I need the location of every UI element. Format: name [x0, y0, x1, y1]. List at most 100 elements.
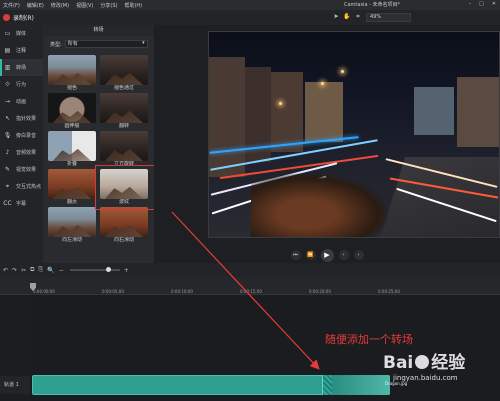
prev-frame-icon[interactable]: ‹	[338, 250, 349, 260]
watermark-brand-right: 经验	[431, 353, 466, 373]
sidebar-item-mic[interactable]: 🎙 旁白录音	[0, 127, 43, 144]
annotation-text: 随便添加一个转场	[325, 333, 413, 346]
visual-effect-icon: ✎	[4, 166, 11, 173]
record-toolbar: 录制(R) ➤ ✋ ⌗ 49%	[0, 10, 500, 25]
timeline-toolbar: ↶ ↷ ✂ ⧉ ⎘ 🔍 − +	[0, 263, 500, 277]
media-icon: ▭	[4, 30, 11, 37]
watermark-brand: Bai 经验	[383, 348, 465, 373]
filter-value: 所有	[67, 41, 78, 47]
transition-preview-image	[100, 131, 148, 161]
undo-icon[interactable]: ↶	[3, 267, 8, 274]
crop-icon[interactable]: ⌗	[354, 12, 362, 21]
behavior-icon: ⟐	[5, 81, 10, 88]
street-light	[341, 70, 344, 73]
filter-dropdown[interactable]: 所有	[64, 40, 148, 48]
sidebar-item-label: 转场	[16, 65, 27, 71]
transition-label: 翻转	[118, 123, 129, 129]
maximize-icon[interactable]: □	[479, 1, 484, 7]
paste-icon[interactable]: ⎘	[38, 266, 43, 274]
sidebar-item-label: 交互式热点	[16, 184, 42, 190]
transition-clip[interactable]	[322, 375, 332, 395]
playback-controls: ⏮ ⏪ ▶ ‹ ›	[154, 245, 500, 265]
sidebar-item-label: 字幕	[16, 201, 27, 207]
sidebar-item-cc[interactable]: CC 字幕	[0, 195, 43, 212]
hand-icon[interactable]: ✋	[343, 12, 351, 21]
record-label: 录制(R)	[13, 15, 34, 22]
sidebar-item-annotation[interactable]: ▤ 注释	[0, 42, 43, 59]
redo-icon[interactable]: ↷	[12, 267, 17, 274]
sidebar-item-hotspot[interactable]: ⌖ 交互式热点	[0, 178, 43, 195]
transition-preview-image	[48, 131, 96, 161]
close-icon[interactable]: ✕	[492, 1, 496, 7]
clip-thumbnail	[332, 375, 390, 395]
audio-effect-icon: ♪	[5, 149, 10, 156]
ruler-tick-label: 0:00:25;00	[378, 289, 400, 294]
flower-bed	[251, 172, 391, 237]
panel-title: 转场	[43, 25, 154, 36]
transition-thumb[interactable]: 翻页	[48, 169, 96, 206]
next-frame-icon[interactable]: ›	[353, 250, 364, 260]
transition-thumb[interactable]: 立方旋转	[100, 131, 148, 168]
copy-icon[interactable]: ⧉	[30, 266, 34, 274]
transition-preview-image	[48, 169, 96, 199]
slider-knob[interactable]	[105, 267, 111, 272]
transition-thumb[interactable]: 褪色	[48, 55, 96, 92]
transition-preview-image	[48, 207, 96, 237]
window-controls: – □ ✕	[469, 1, 496, 7]
watermark-brand-left: Bai	[383, 353, 414, 373]
sidebar-item-visual-effect[interactable]: ✎ 视觉效果	[0, 161, 43, 178]
skip-back-icon[interactable]: ⏮	[290, 250, 301, 260]
transition-label: 褪色通过	[113, 85, 134, 91]
zoom-value: 49%	[370, 14, 382, 20]
annotation-icon: ▤	[4, 47, 11, 54]
canvas-tools: ➤ ✋ ⌗	[332, 12, 362, 21]
sidebar-item-cursor-effect[interactable]: ↖ 指针效果	[0, 110, 43, 127]
menu-modify[interactable]: 修改(M)	[51, 2, 69, 9]
transitions-panel: 转场 类型: 所有 褪色褪色通过圆伸展翻转折叠立方旋转翻页波纹向左滑动向右滑动	[43, 25, 154, 263]
watermark-url: jingyan.baidu.com	[393, 374, 458, 382]
menu-edit[interactable]: 编辑(E)	[27, 2, 44, 9]
cut-icon[interactable]: ✂	[21, 267, 26, 274]
menu-bar: 文件(F) 编辑(E) 修改(M) 视图(V) 分享(S) 帮助(H) Camt…	[0, 0, 500, 10]
transition-thumb[interactable]: 翻转	[100, 93, 148, 130]
canvas-preview[interactable]	[208, 31, 500, 238]
sidebar-item-media[interactable]: ▭ 媒体	[0, 25, 43, 42]
step-back-icon[interactable]: ⏪	[305, 250, 316, 260]
minimize-icon[interactable]: –	[469, 1, 472, 7]
transition-thumb[interactable]: 向左滑动	[48, 207, 96, 244]
transition-thumb[interactable]: 圆伸展	[48, 93, 96, 130]
menu-file[interactable]: 文件(F)	[3, 2, 20, 9]
menu-share[interactable]: 分享(S)	[100, 2, 117, 9]
transition-label: 翻页	[66, 199, 77, 205]
sidebar-item-animation[interactable]: → 动画	[0, 93, 43, 110]
sidebar-item-behavior[interactable]: ⟐ 行为	[0, 76, 43, 93]
cc-icon: CC	[3, 200, 12, 207]
transition-label: 圆伸展	[64, 123, 80, 129]
transition-thumb[interactable]: 褪色通过	[100, 55, 148, 92]
zoom-in-icon[interactable]: +	[124, 267, 129, 274]
transition-thumb[interactable]: 向右滑动	[100, 207, 148, 244]
menu-help[interactable]: 帮助(H)	[124, 2, 142, 9]
play-icon[interactable]: ▶	[320, 248, 334, 262]
record-button[interactable]: 录制(R)	[3, 13, 34, 22]
sidebar-item-label: 动画	[16, 99, 27, 105]
menu-view[interactable]: 视图(V)	[76, 2, 93, 9]
zoom-select[interactable]: 49%	[366, 13, 411, 22]
sidebar-item-label: 视觉效果	[16, 167, 37, 173]
ruler-tick-label: 0:00:15;00	[240, 289, 262, 294]
zoom-out-icon[interactable]: −	[59, 267, 64, 274]
building	[414, 87, 454, 135]
transition-icon: ▥	[4, 64, 11, 71]
hotspot-icon: ⌖	[5, 183, 10, 190]
sidebar-item-label: 行为	[16, 82, 27, 88]
zoom-slider[interactable]	[69, 267, 120, 272]
timeline-ruler[interactable]: 0:00:00;00 0:00:05;00 0:00:10;00 0:00:15;00…	[0, 277, 500, 295]
sidebar-item-audio-effect[interactable]: ♪ 音频效果	[0, 144, 43, 161]
pointer-icon[interactable]: ➤	[332, 12, 340, 21]
street-light	[279, 102, 282, 105]
sidebar-item-transition[interactable]: ▥ 转场	[0, 59, 43, 76]
transition-preview-image	[100, 207, 148, 237]
transition-label: 褪色	[66, 85, 77, 91]
window-title: Camtasia - 未命名项目*	[344, 2, 400, 8]
transition-thumb[interactable]: 折叠	[48, 131, 96, 168]
